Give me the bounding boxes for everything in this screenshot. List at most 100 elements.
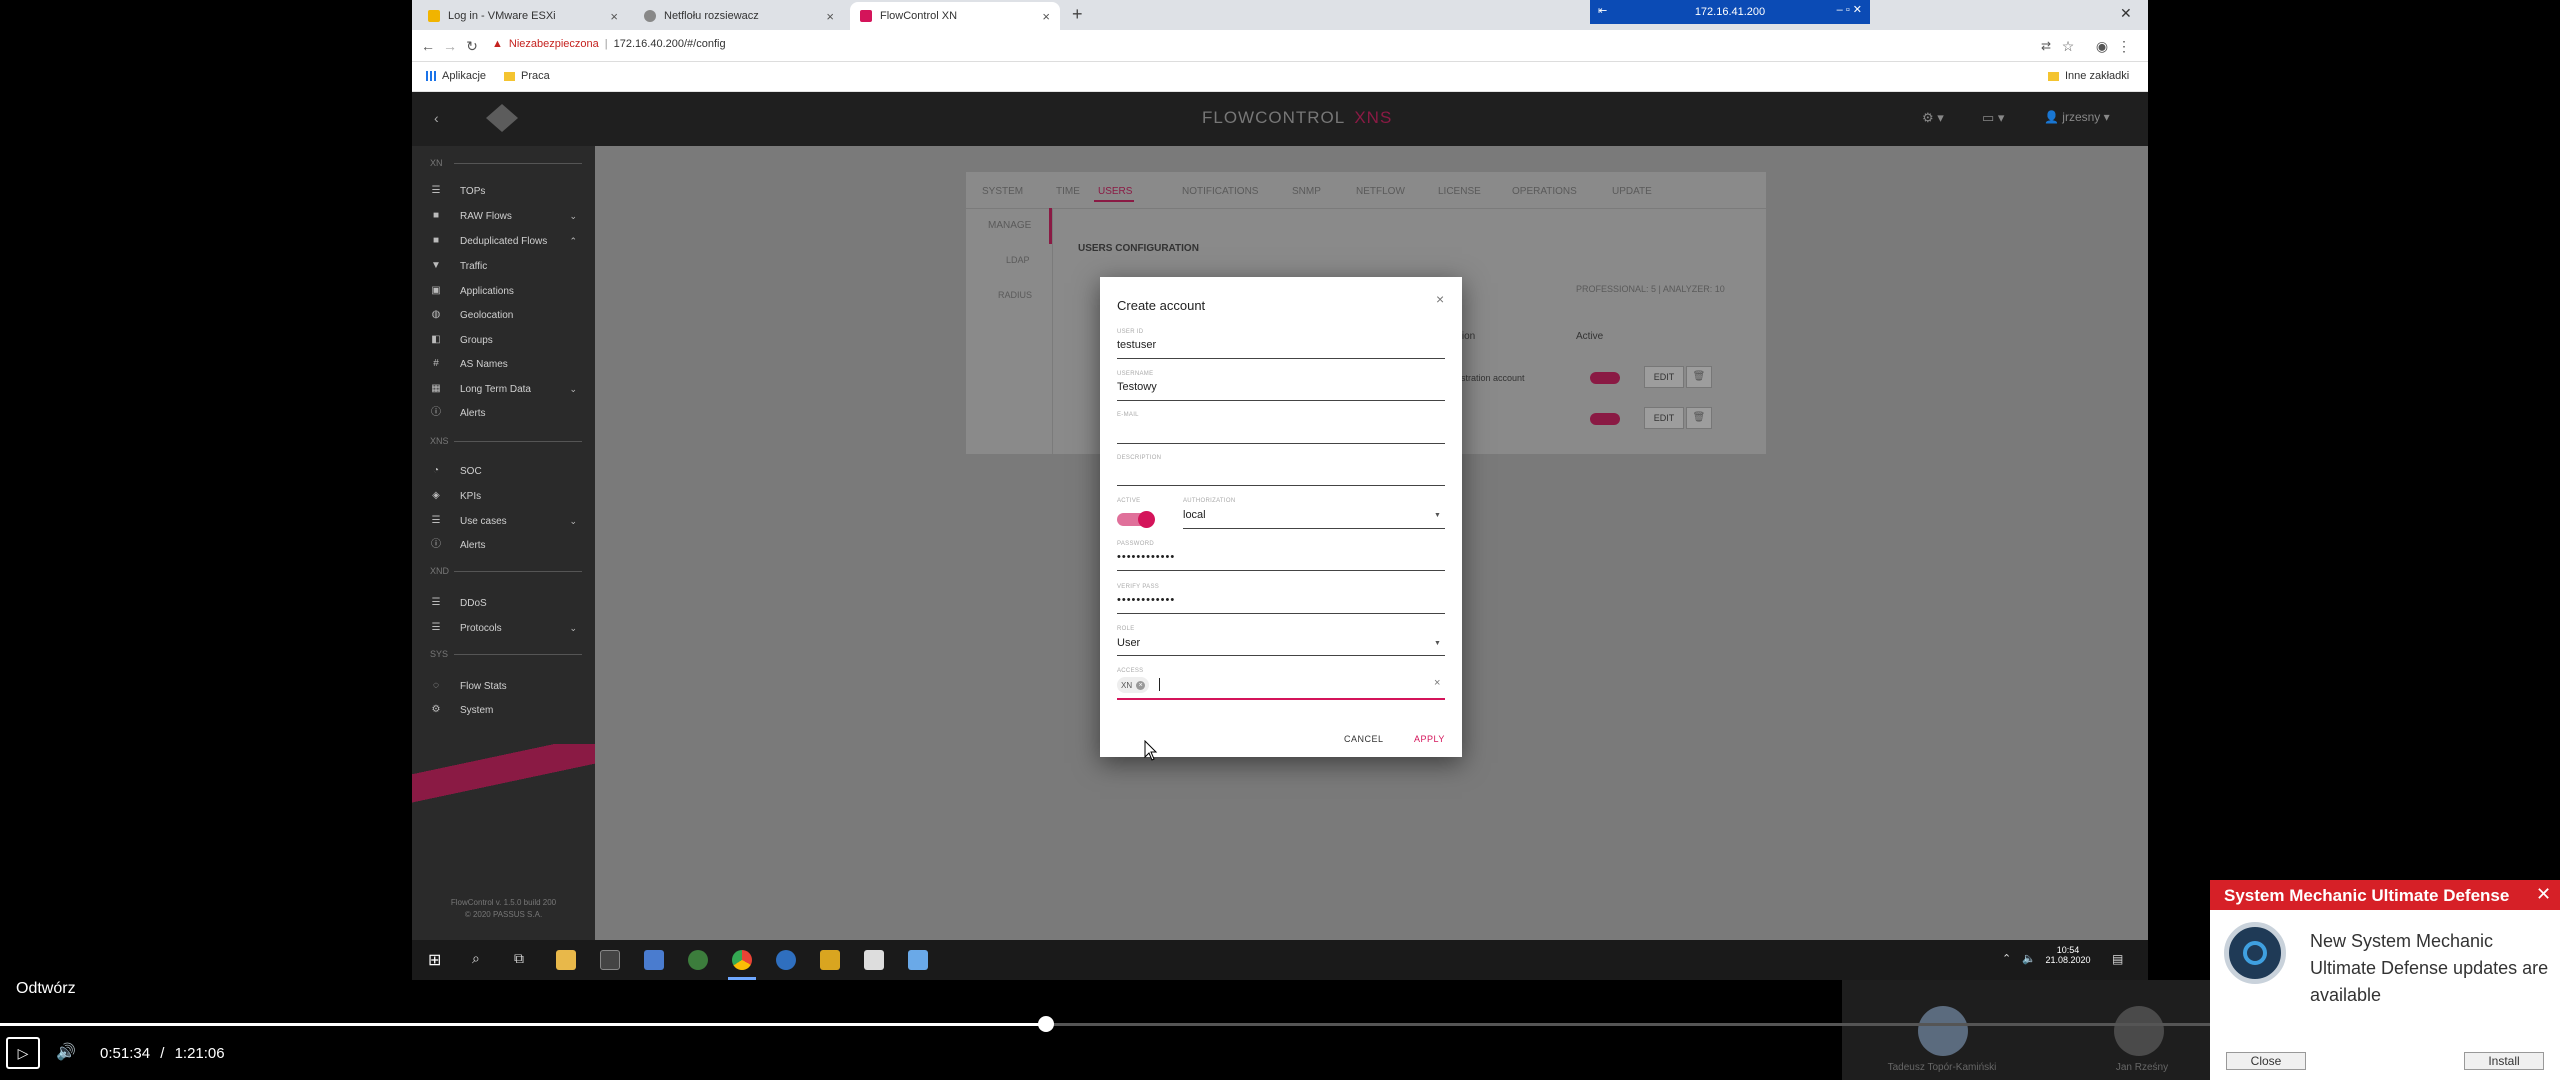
collapse-sidebar-icon[interactable]: ‹ [434,110,439,126]
row-active-toggle[interactable] [1590,413,1620,425]
sidebar-item-use-cases[interactable]: ☰ Use cases ⌄ [412,510,595,532]
sidebar-item-applications[interactable]: ▣ Applications [412,280,595,302]
search-icon[interactable]: ⌕ [472,950,480,967]
tab-time[interactable]: TIME [1056,186,1080,197]
username-input[interactable]: Testowy [1117,381,1157,393]
tray-chevron-icon[interactable]: ⌃ [2002,952,2011,965]
apps-bookmark[interactable]: Aplikacje [426,70,486,82]
access-chip[interactable]: XN × [1117,677,1150,693]
tab-close-icon[interactable]: × [826,9,834,24]
role-select[interactable]: User [1117,637,1140,649]
url-field[interactable]: ▲ Niezabezpieczona | 172.16.40.200/#/con… [492,38,726,50]
tab-users[interactable]: USERS [1098,186,1132,197]
close-icon[interactable]: × [1436,291,1444,307]
edit-button[interactable]: EDIT [1644,407,1684,429]
authorization-select[interactable]: local [1183,509,1206,521]
tab-license[interactable]: LICENSE [1438,186,1481,197]
sidebar-item-soc[interactable]: ◔ SOC [412,460,595,482]
remote-desktop-icon[interactable] [908,950,928,970]
close-button[interactable]: Close [2226,1052,2306,1070]
dropdown-arrow-icon[interactable]: ▼ [1434,512,1441,519]
sidebar-item-system[interactable]: ⚙ System [412,699,595,721]
messages-icon[interactable]: ▭ ▾ [1982,110,2004,126]
window-app-icon[interactable] [864,950,884,970]
globe-app-icon[interactable] [776,950,796,970]
tab-update[interactable]: UPDATE [1612,186,1652,197]
cancel-button[interactable]: CANCEL [1344,734,1384,744]
password-input[interactable]: •••••••••••• [1117,551,1175,563]
tab-operations[interactable]: OPERATIONS [1512,186,1577,197]
terminal-icon[interactable] [600,950,620,970]
tab-snmp[interactable]: SNMP [1292,186,1321,197]
sidebar-item-geolocation[interactable]: ◍ Geolocation [412,304,595,326]
sidebar-item-ddos[interactable]: ☰ DDoS [412,592,595,614]
volume-icon[interactable]: 🔈 [2022,952,2036,965]
subnav-radius[interactable]: RADIUS [998,290,1032,300]
tab-close-icon[interactable]: × [610,9,618,24]
windows-start-icon[interactable]: ⊞ [428,950,441,970]
back-icon[interactable]: ← [420,38,436,54]
forward-icon[interactable]: → [442,38,458,54]
reload-icon[interactable]: ↻ [464,38,480,54]
sidebar-item-traffic[interactable]: ▼ Traffic [412,255,595,277]
volume-icon[interactable]: 🔊 [56,1042,76,1062]
network-tool-icon[interactable] [644,950,664,970]
dropdown-arrow-icon[interactable]: ▼ [1434,640,1441,647]
lock-app-icon[interactable] [820,950,840,970]
settings-gear-icon[interactable]: ⚙ ▾ [1922,110,1944,126]
subnav-manage[interactable]: MANAGE [988,220,1031,231]
sidebar-item-groups[interactable]: ◧ Groups [412,329,595,351]
subnav-ldap[interactable]: LDAP [1006,255,1030,265]
sidebar-item-deduplicated-flows[interactable]: ■ Deduplicated Flows ⌃ [412,230,595,252]
task-view-icon[interactable]: ⧉ [514,950,524,967]
clear-access-icon[interactable]: × [1434,677,1440,689]
rdp-window-controls[interactable]: – ▫ ✕ [1837,3,1862,16]
description-input[interactable] [1117,465,1445,485]
active-toggle[interactable] [1117,511,1155,528]
sidebar-item-alerts[interactable]: ⓘ Alerts [412,402,595,424]
tab-vmware[interactable]: Log in - VMware ESXi × [418,2,628,30]
sidebar-item-tops[interactable]: ☰ TOPs [412,180,595,202]
tab-system[interactable]: SYSTEM [982,186,1023,197]
window-close-icon[interactable]: ✕ [2120,5,2132,22]
bookmark-star-icon[interactable]: ☆ [2060,38,2076,54]
praca-bookmark[interactable]: Praca [504,70,550,82]
tab-netflow[interactable]: Netflołu rozsiewacz × [634,2,844,30]
clock[interactable]: 10:54 21.08.2020 [2044,945,2092,965]
tab-notifications[interactable]: NOTIFICATIONS [1182,186,1258,197]
tab-flowcontrol[interactable]: FlowControl XN × [850,2,1060,30]
sidebar-item-protocols[interactable]: ☰ Protocols ⌄ [412,617,595,639]
menu-dots-icon[interactable]: ⋮ [2116,38,2132,54]
delete-trash-icon[interactable]: 🗑 [1686,366,1712,388]
install-button[interactable]: Install [2464,1052,2544,1070]
seek-handle[interactable] [1038,1016,1055,1032]
profile-icon[interactable]: ◉ [2094,38,2110,54]
sidebar-item-long-term-data[interactable]: ▦ Long Term Data ⌄ [412,378,595,400]
pin-icon[interactable]: ⇤ [1598,4,1607,17]
translate-icon[interactable]: ⇄ [2038,38,2054,54]
seek-bar-track[interactable] [0,1023,2560,1026]
edit-button[interactable]: EDIT [1644,366,1684,388]
sidebar-item-raw-flows[interactable]: ■ RAW Flows ⌄ [412,205,595,227]
other-bookmarks[interactable]: Inne zakładki [2048,70,2129,82]
sidebar-item-xns-alerts[interactable]: ⓘ Alerts [412,534,595,556]
verify-password-input[interactable]: •••••••••••• [1117,594,1175,606]
play-button[interactable]: ▷ [6,1037,40,1069]
app-green-icon[interactable] [688,950,708,970]
delete-trash-icon[interactable]: 🗑 [1686,407,1712,429]
chrome-icon[interactable] [732,950,752,970]
tab-close-icon[interactable]: × [1042,9,1050,24]
notifications-icon[interactable]: ▤ [2112,952,2123,966]
user-menu[interactable]: 👤 jrzesny ▾ [2044,110,2110,124]
email-input[interactable] [1117,422,1445,442]
sidebar-item-kpis[interactable]: ◈ KPIs [412,485,595,507]
sidebar-item-as-names[interactable]: # AS Names [412,353,595,375]
apply-button[interactable]: APPLY [1414,734,1445,744]
remove-chip-icon[interactable]: × [1136,680,1146,690]
close-icon[interactable]: ✕ [2536,884,2551,905]
row-active-toggle[interactable] [1590,372,1620,384]
file-explorer-icon[interactable] [556,950,576,970]
sidebar-item-flow-stats[interactable]: ◌ Flow Stats [412,675,595,697]
tab-netflow[interactable]: NETFLOW [1356,186,1405,197]
user-id-input[interactable]: testuser [1117,339,1156,351]
